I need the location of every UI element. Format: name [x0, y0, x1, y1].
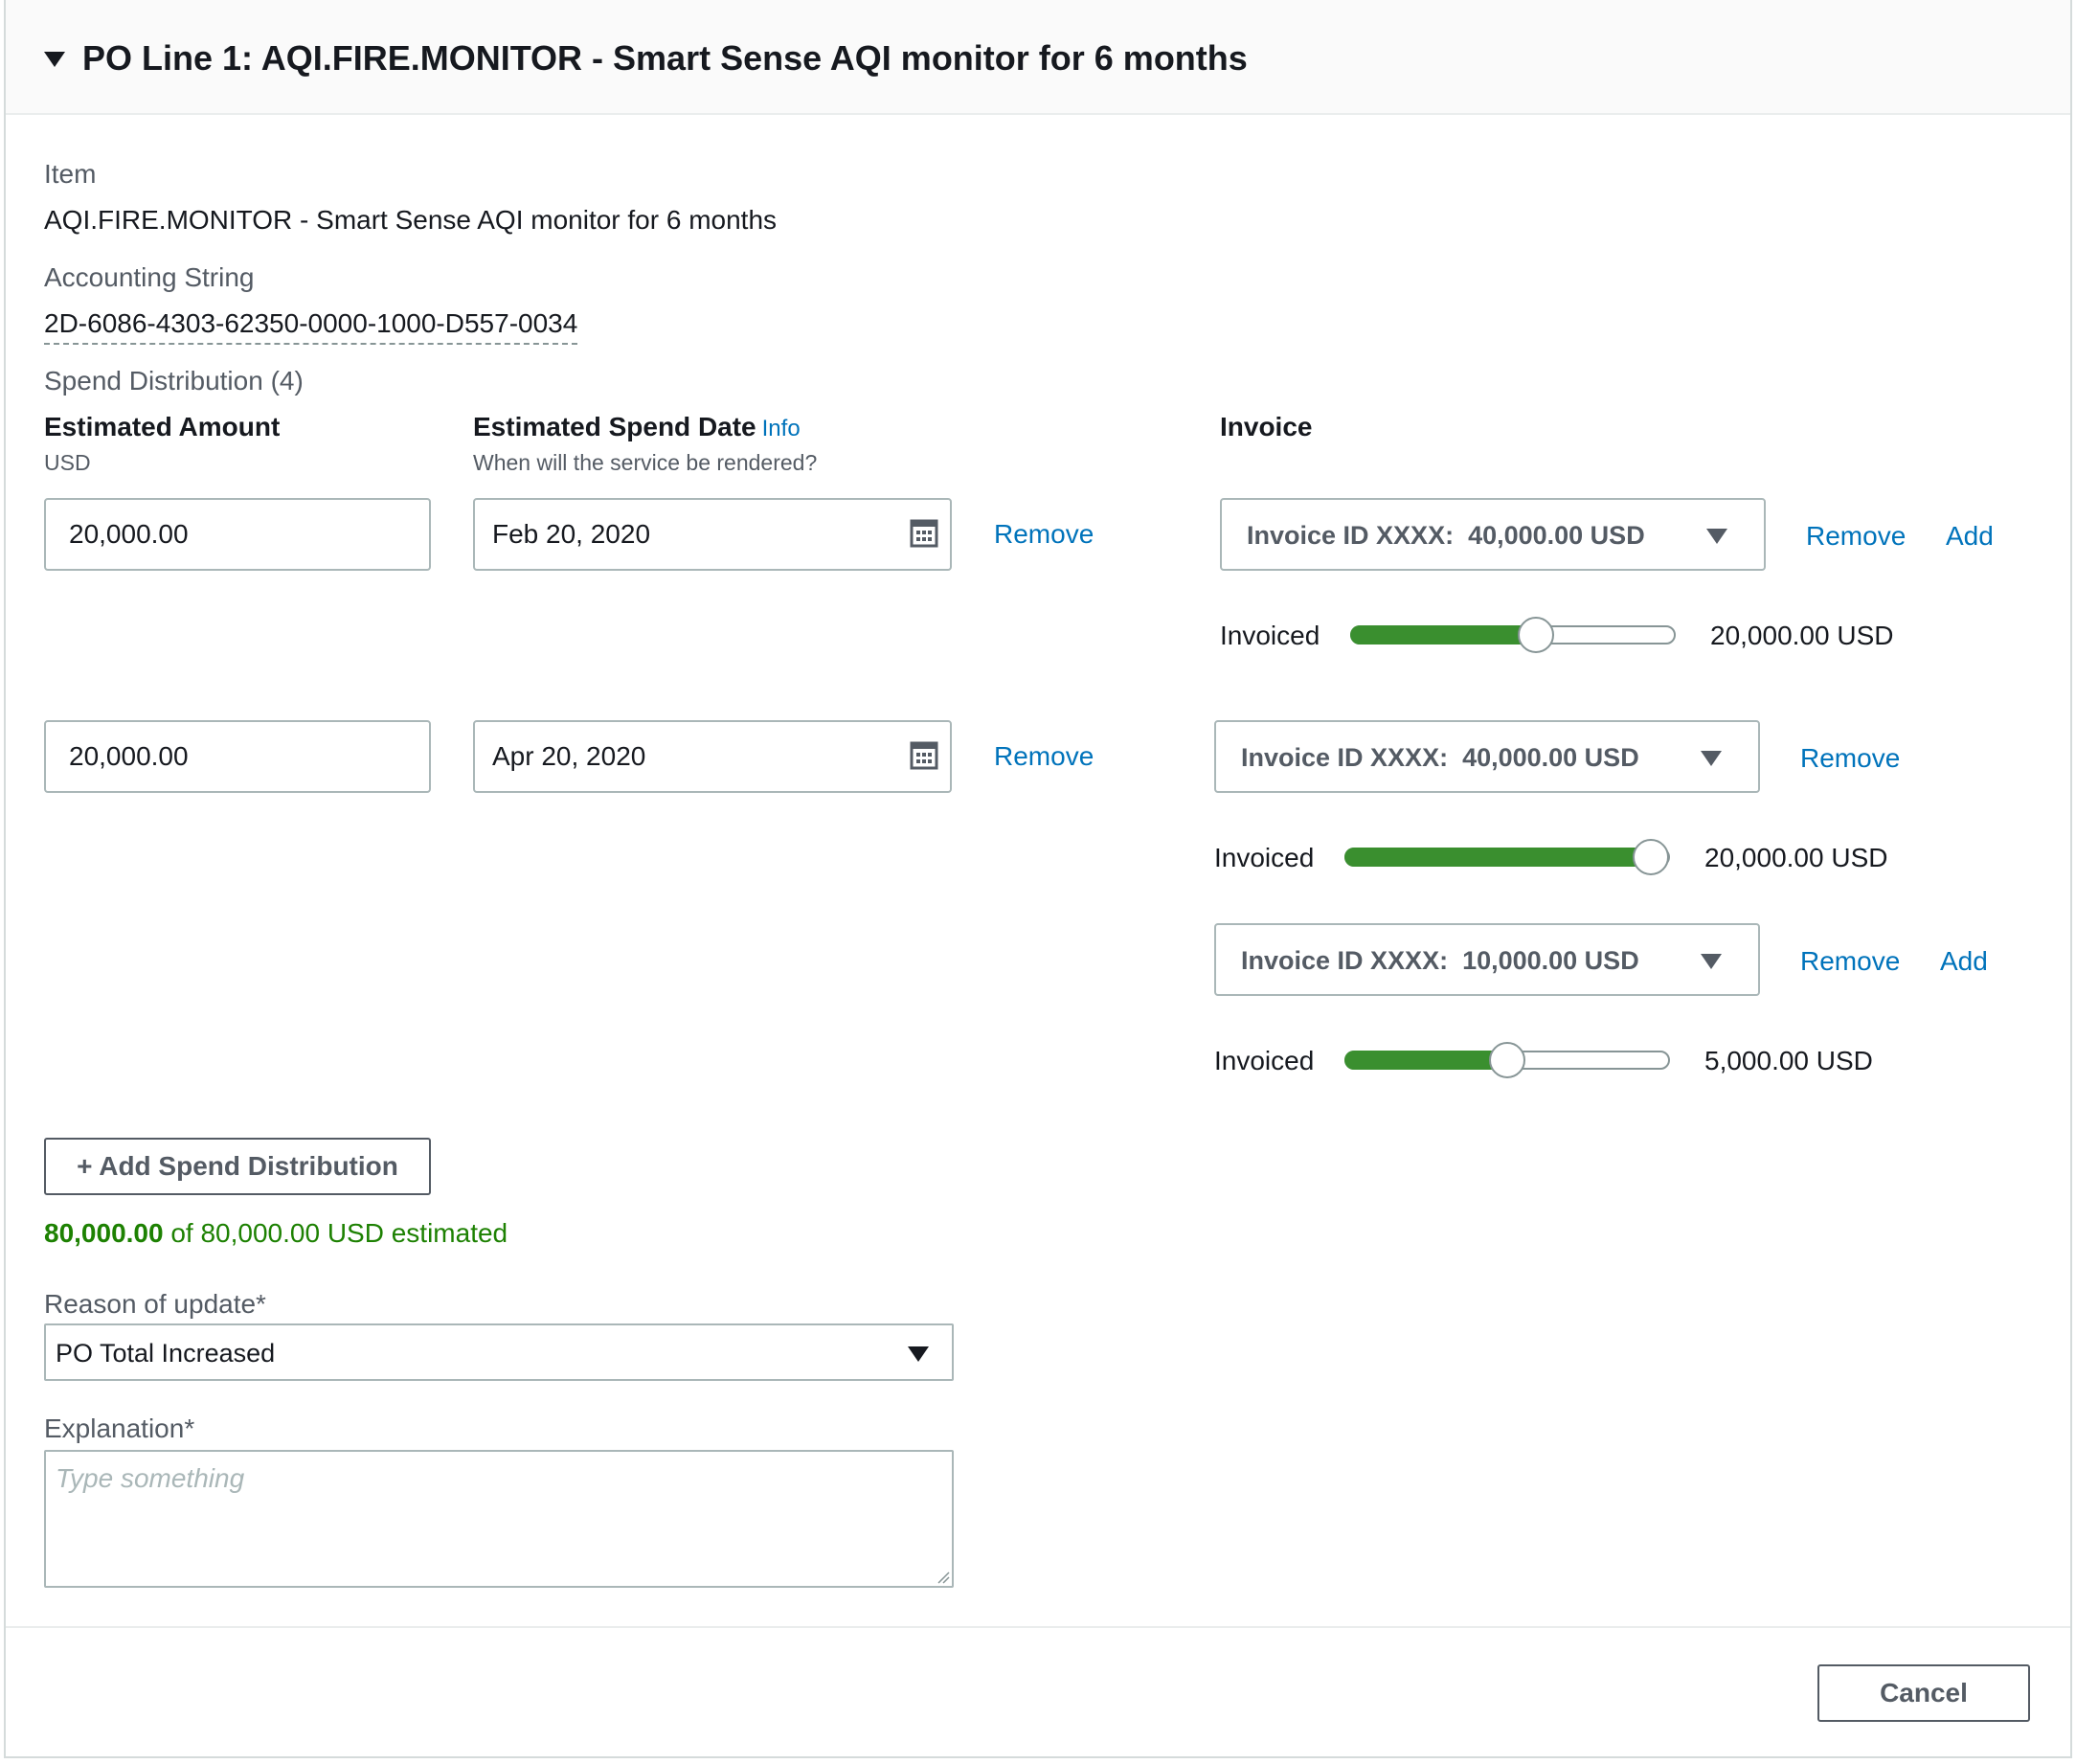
po-line-panel: PO Line 1: AQI.FIRE.MONITOR - Smart Sens… — [4, 0, 2072, 1758]
calendar-icon[interactable] — [910, 741, 938, 770]
remove-spend-row-1-link[interactable]: Remove — [994, 519, 1094, 550]
estimated-spend-date-value-2: Apr 20, 2020 — [492, 741, 646, 771]
caret-down-icon — [1701, 751, 1722, 766]
invoiced-label-3: Invoiced — [1214, 1046, 1315, 1075]
slider-fill — [1344, 848, 1651, 867]
invoice-select-value-1: Invoice ID XXXX: 40,000.00 USD — [1247, 521, 1645, 550]
invoice-select-value-3: Invoice ID XXXX: 10,000.00 USD — [1241, 946, 1639, 975]
remove-invoice-3-link[interactable]: Remove — [1800, 946, 1900, 977]
accounting-string-value[interactable]: 2D-6086-4303-62350-0000-1000-D557-0034 — [44, 308, 578, 345]
slider-thumb[interactable] — [1517, 617, 1554, 653]
explanation-label: Explanation* — [44, 1413, 195, 1443]
invoice-select-3[interactable]: Invoice ID XXXX: 10,000.00 USD — [1214, 923, 1760, 996]
invoice-header: Invoice — [1220, 412, 1313, 441]
estimated-amount-input-1[interactable]: 20,000.00 — [44, 498, 431, 571]
slider-fill — [1344, 1051, 1507, 1070]
spend-total-amount: 80,000.00 — [44, 1218, 164, 1248]
estimated-spend-date-value-1: Feb 20, 2020 — [492, 519, 651, 549]
invoiced-value-3: 5,000.00 USD — [1704, 1046, 1873, 1075]
remove-spend-row-2-link[interactable]: Remove — [994, 741, 1094, 772]
add-invoice-3-link[interactable]: Add — [1940, 946, 1988, 977]
invoice-select-value-2: Invoice ID XXXX: 40,000.00 USD — [1241, 743, 1639, 772]
item-value: AQI.FIRE.MONITOR - Smart Sense AQI monit… — [44, 205, 778, 235]
remove-invoice-1-link[interactable]: Remove — [1806, 521, 1906, 552]
footer-divider — [6, 1626, 2070, 1628]
estimated-amount-unit: USD — [44, 450, 91, 475]
estimated-spend-date-header: Estimated Spend Date Info — [473, 412, 801, 442]
estimated-spend-date-hint: When will the service be rendered? — [473, 450, 818, 475]
add-invoice-1-link[interactable]: Add — [1946, 521, 1994, 552]
invoiced-slider-1[interactable] — [1350, 617, 1676, 653]
explanation-placeholder: Type something — [56, 1463, 245, 1493]
caret-down-icon — [1706, 529, 1727, 544]
invoiced-value-1: 20,000.00 USD — [1710, 621, 1894, 650]
invoice-select-2[interactable]: Invoice ID XXXX: 40,000.00 USD — [1214, 720, 1760, 793]
spend-distribution-label: Spend Distribution (4) — [44, 366, 304, 396]
invoiced-value-2: 20,000.00 USD — [1704, 843, 1888, 872]
reason-of-update-select[interactable]: PO Total Increased — [44, 1323, 954, 1381]
spend-total-summary: 80,000.00 of 80,000.00 USD estimated — [44, 1218, 508, 1249]
calendar-icon[interactable] — [910, 519, 938, 548]
info-link[interactable]: Info — [762, 416, 801, 441]
reason-of-update-value: PO Total Increased — [56, 1339, 276, 1368]
estimated-amount-value-1: 20,000.00 — [69, 519, 189, 549]
reason-of-update-label: Reason of update* — [44, 1289, 266, 1319]
slider-thumb[interactable] — [1489, 1042, 1525, 1078]
add-spend-distribution-button[interactable]: + Add Spend Distribution — [44, 1138, 431, 1195]
estimated-spend-date-label: Estimated Spend Date — [473, 412, 756, 441]
invoice-select-1[interactable]: Invoice ID XXXX: 40,000.00 USD — [1220, 498, 1766, 571]
po-line-title: PO Line 1: AQI.FIRE.MONITOR - Smart Sens… — [82, 38, 1248, 78]
invoiced-slider-3[interactable] — [1344, 1042, 1670, 1078]
item-label: Item — [44, 159, 97, 189]
slider-thumb[interactable] — [1632, 839, 1669, 875]
resize-grip-icon[interactable] — [936, 1571, 950, 1584]
invoiced-slider-2[interactable] — [1344, 839, 1670, 875]
invoiced-label-1: Invoiced — [1220, 621, 1320, 650]
explanation-textarea[interactable]: Type something — [44, 1450, 954, 1588]
estimated-amount-value-2: 20,000.00 — [69, 741, 189, 771]
remove-invoice-2-link[interactable]: Remove — [1800, 743, 1900, 774]
spend-total-rest: of 80,000.00 USD estimated — [163, 1218, 508, 1248]
accounting-string-label: Accounting String — [44, 262, 255, 292]
invoiced-label-2: Invoiced — [1214, 843, 1315, 872]
caret-down-icon — [908, 1346, 929, 1362]
collapse-caret-icon[interactable] — [44, 52, 65, 67]
po-line-header[interactable]: PO Line 1: AQI.FIRE.MONITOR - Smart Sens… — [6, 0, 2070, 115]
slider-fill — [1350, 625, 1536, 645]
cancel-button[interactable]: Cancel — [1817, 1664, 2030, 1722]
estimated-spend-date-input-1[interactable]: Feb 20, 2020 — [473, 498, 952, 571]
estimated-spend-date-input-2[interactable]: Apr 20, 2020 — [473, 720, 952, 793]
estimated-amount-header: Estimated Amount — [44, 412, 281, 441]
caret-down-icon — [1701, 954, 1722, 969]
estimated-amount-input-2[interactable]: 20,000.00 — [44, 720, 431, 793]
